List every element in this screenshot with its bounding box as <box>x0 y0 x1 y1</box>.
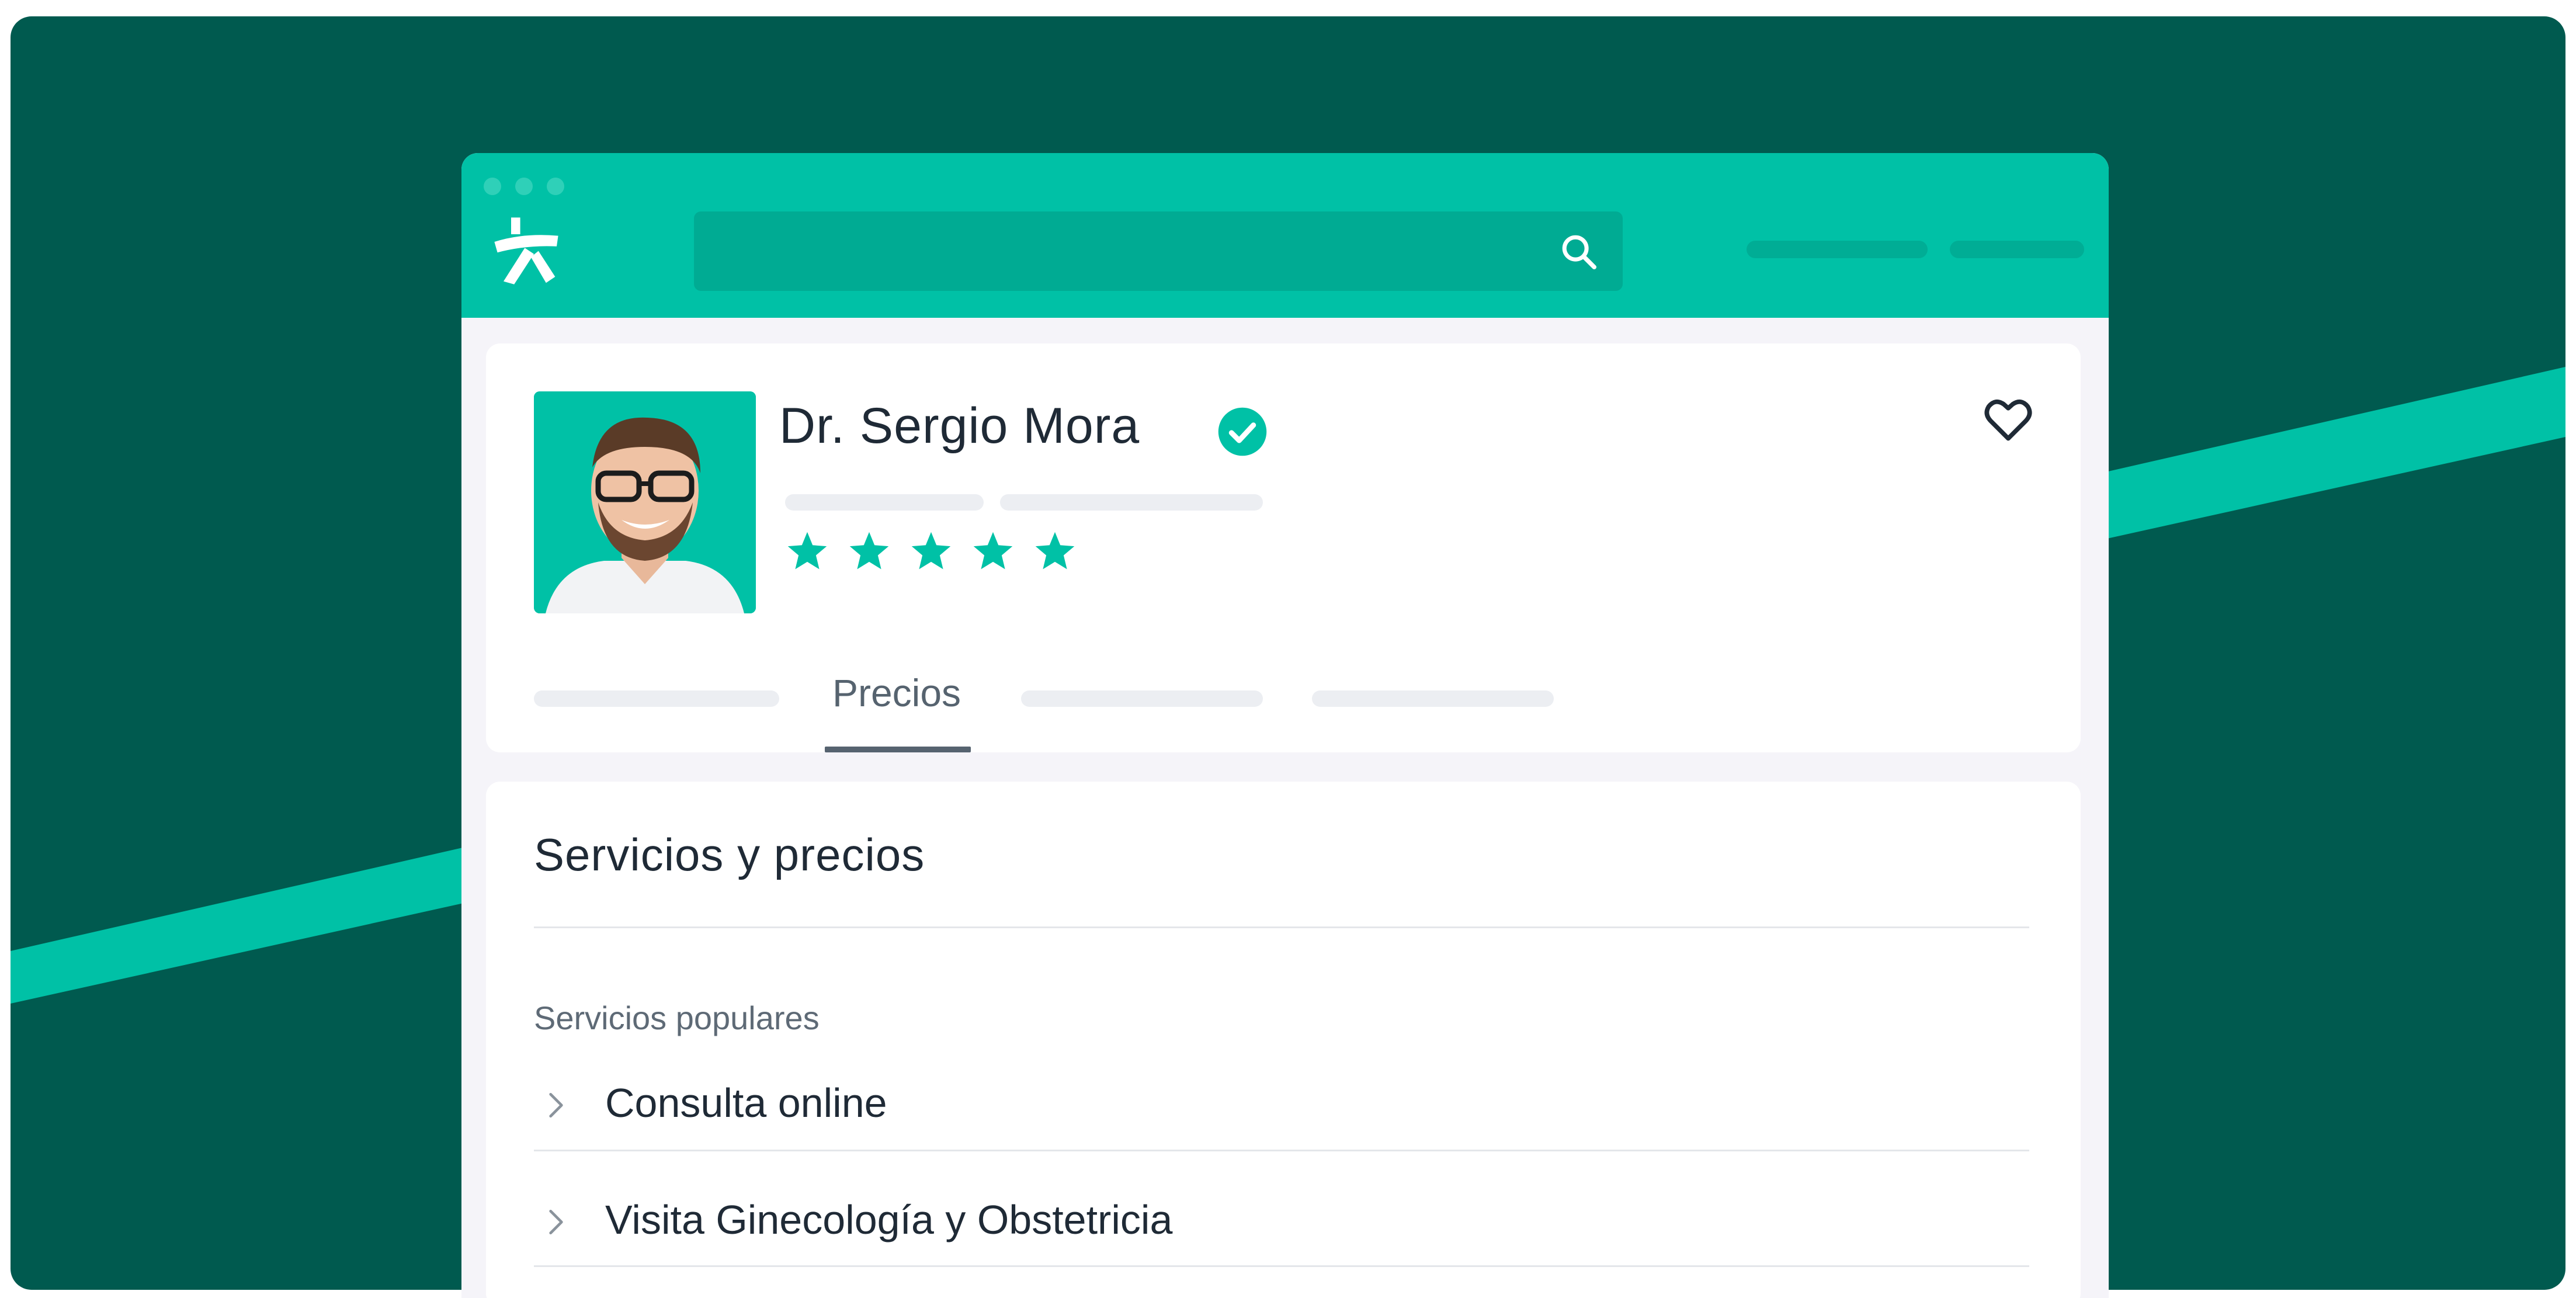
star-icon <box>787 532 827 570</box>
divider <box>534 1150 2029 1151</box>
tab-precios[interactable]: Precios <box>824 671 970 715</box>
doctor-avatar[interactable] <box>534 391 756 613</box>
star-icon <box>973 532 1013 570</box>
tab-placeholder[interactable] <box>534 690 779 707</box>
logo-icon[interactable] <box>488 211 564 287</box>
service-item[interactable]: Consulta online <box>534 1074 2029 1150</box>
search-icon[interactable] <box>1558 231 1599 272</box>
window-dot <box>547 178 564 195</box>
service-label: Visita Ginecología y Obstetricia <box>605 1197 1173 1243</box>
star-icon <box>849 532 889 570</box>
browser-window: Dr. Sergio Mora Precios Servicios y prec… <box>461 153 2109 1298</box>
services-card: Servicios y precios Servicios populares … <box>486 782 2081 1298</box>
window-dot <box>484 178 501 195</box>
star-icon <box>911 532 951 570</box>
verified-badge-icon <box>1218 407 1267 456</box>
doctor-name: Dr. Sergio Mora <box>779 398 1140 454</box>
app-header <box>461 153 2109 318</box>
specialty-placeholder <box>785 494 984 511</box>
nav-link-placeholder[interactable] <box>1747 241 1928 258</box>
active-tab-indicator <box>825 747 971 752</box>
chevron-right-icon <box>549 1210 563 1234</box>
services-title: Servicios y precios <box>534 829 925 880</box>
window-dot <box>515 178 533 195</box>
services-subheading: Servicios populares <box>534 999 820 1036</box>
search-input[interactable] <box>694 211 1623 291</box>
chevron-right-icon <box>549 1093 563 1117</box>
doctor-profile-card: Dr. Sergio Mora Precios <box>486 343 2081 752</box>
tab-placeholder[interactable] <box>1312 690 1554 707</box>
divider <box>534 926 2029 928</box>
divider <box>534 1265 2029 1267</box>
nav-link-placeholder[interactable] <box>1950 241 2084 258</box>
star-icon <box>1035 532 1075 570</box>
tab-placeholder[interactable] <box>1021 690 1263 707</box>
service-item[interactable]: Visita Ginecología y Obstetricia <box>534 1191 2029 1266</box>
rating-stars <box>785 529 1077 576</box>
favorite-heart-icon[interactable] <box>1981 393 2035 446</box>
service-label: Consulta online <box>605 1080 887 1126</box>
location-placeholder <box>1000 494 1263 511</box>
